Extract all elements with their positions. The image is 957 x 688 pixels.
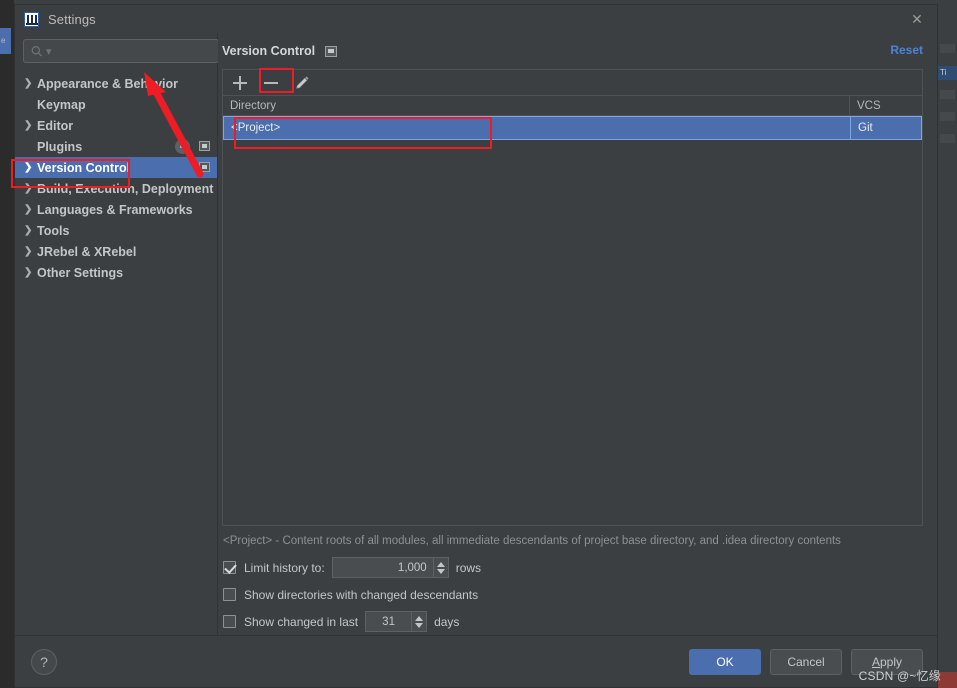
chevron-right-icon[interactable]: ❯	[24, 225, 37, 236]
help-button[interactable]: ?	[31, 648, 57, 675]
stepper-down-icon[interactable]	[415, 622, 424, 628]
show-changed-label: Show changed in last	[244, 614, 359, 629]
vcs-options: Limit history to: 1,000 rows Show direct…	[223, 554, 923, 635]
vcs-directory-mappings-table[interactable]: Directory VCS <Project> Git	[222, 95, 923, 526]
chevron-right-icon[interactable]: ❯	[24, 78, 37, 89]
mapping-description: <Project> - Content roots of all modules…	[223, 535, 841, 547]
show-directories-checkbox[interactable]	[223, 588, 236, 601]
background-right-strip: Ti	[938, 0, 957, 688]
table-row[interactable]: <Project> Git	[223, 116, 922, 140]
dialog-footer: ? OK Cancel Apply	[15, 635, 937, 687]
sidebar-item-label: Build, Execution, Deployment	[37, 181, 214, 196]
title-bar: Settings ✕	[15, 5, 937, 33]
sidebar-item-tools[interactable]: ❯ Tools	[15, 220, 217, 241]
stepper-down-icon[interactable]	[436, 568, 445, 574]
settings-detail-panel: Version Control Reset Directory VCS <Pro…	[218, 33, 937, 635]
background-left-strip: e	[0, 0, 14, 688]
background-left-tab: e	[0, 28, 11, 54]
sidebar-item-label: Version Control	[37, 160, 131, 175]
limit-history-label: Limit history to:	[244, 560, 325, 575]
limit-history-stepper[interactable]: 1,000	[331, 557, 449, 578]
section-title: Version Control	[222, 44, 316, 58]
chevron-right-icon[interactable]: ❯	[24, 120, 37, 131]
show-changed-checkbox[interactable]	[223, 615, 236, 628]
column-header-vcs[interactable]: VCS	[850, 96, 922, 115]
stepper-arrows[interactable]	[411, 612, 426, 631]
search-container: ▾	[15, 33, 219, 63]
option-show-changed-in-last[interactable]: Show changed in last 31 days	[223, 608, 923, 635]
background-right-row	[940, 134, 955, 143]
cancel-button[interactable]: Cancel	[770, 648, 842, 675]
background-right-selected-row: Ti	[938, 66, 957, 80]
search-dropdown-caret[interactable]: ▾	[46, 45, 52, 58]
option-limit-history[interactable]: Limit history to: 1,000 rows	[223, 554, 923, 581]
background-right-selected-label: Ti	[940, 68, 947, 77]
background-left-tab-label: e	[1, 36, 6, 45]
option-show-directories-changed-descendants[interactable]: Show directories with changed descendant…	[223, 581, 923, 608]
config-scope-icon[interactable]	[325, 45, 338, 57]
sidebar-item-label: Languages & Frameworks	[37, 202, 193, 217]
chevron-right-icon[interactable]: ❯	[24, 162, 37, 173]
limit-history-suffix: rows	[455, 560, 482, 575]
watermark: CSDN @~忆缘	[858, 669, 941, 683]
background-right-row	[940, 90, 955, 99]
chevron-right-icon[interactable]: ❯	[24, 183, 37, 194]
table-header-row: Directory VCS	[223, 96, 922, 116]
minus-icon[interactable]	[263, 75, 279, 91]
intellij-idea-icon	[24, 11, 39, 27]
column-header-directory[interactable]: Directory	[223, 96, 850, 115]
show-changed-suffix: days	[434, 614, 460, 629]
page-title: Settings	[48, 11, 96, 27]
sidebar-item-label: Keymap	[37, 97, 86, 112]
cell-directory[interactable]: <Project>	[224, 117, 851, 139]
sidebar-item-build-execution-deployment[interactable]: ❯ Build, Execution, Deployment	[15, 178, 217, 199]
limit-history-checkbox[interactable]	[223, 561, 236, 574]
chevron-right-icon[interactable]: ❯	[24, 246, 37, 257]
sidebar-item-label: Plugins	[37, 139, 83, 154]
stepper-up-icon[interactable]	[415, 615, 424, 621]
pencil-icon[interactable]	[294, 75, 310, 91]
stepper-up-icon[interactable]	[436, 561, 445, 567]
background-right-row	[940, 44, 955, 53]
sidebar-item-jrebel-xrebel[interactable]: ❯ JRebel & XRebel	[15, 241, 217, 262]
sidebar-item-label: Editor	[37, 118, 74, 133]
show-directories-label: Show directories with changed descendant…	[244, 587, 479, 602]
show-changed-days-stepper[interactable]: 31	[365, 611, 428, 632]
sidebar-item-label: Other Settings	[37, 265, 124, 280]
close-icon[interactable]: ✕	[909, 11, 925, 27]
sidebar-item-languages-frameworks[interactable]: ❯ Languages & Frameworks	[15, 199, 217, 220]
table-body: <Project> Git	[223, 116, 922, 525]
plus-icon[interactable]	[232, 75, 248, 91]
limit-history-value[interactable]: 1,000	[333, 558, 433, 577]
show-changed-days-value[interactable]: 31	[366, 612, 411, 631]
sidebar-item-label: JRebel & XRebel	[37, 244, 137, 259]
section-header: Version Control Reset	[218, 33, 923, 69]
vcs-mappings-toolbar	[222, 69, 923, 95]
search-icon	[31, 45, 43, 57]
reset-link[interactable]: Reset	[890, 43, 923, 57]
sidebar-item-label: Tools	[37, 223, 70, 238]
chevron-right-icon[interactable]: ❯	[24, 204, 37, 215]
annotation-arrow	[144, 72, 204, 178]
sidebar-item-other-settings[interactable]: ❯ Other Settings	[15, 262, 217, 283]
stepper-arrows[interactable]	[432, 558, 448, 577]
search-input[interactable]: ▾	[23, 39, 219, 63]
background-right-row	[940, 112, 955, 121]
ok-button[interactable]: OK	[689, 648, 761, 675]
cell-vcs[interactable]: Git	[851, 117, 921, 139]
chevron-right-icon[interactable]: ❯	[24, 267, 37, 278]
